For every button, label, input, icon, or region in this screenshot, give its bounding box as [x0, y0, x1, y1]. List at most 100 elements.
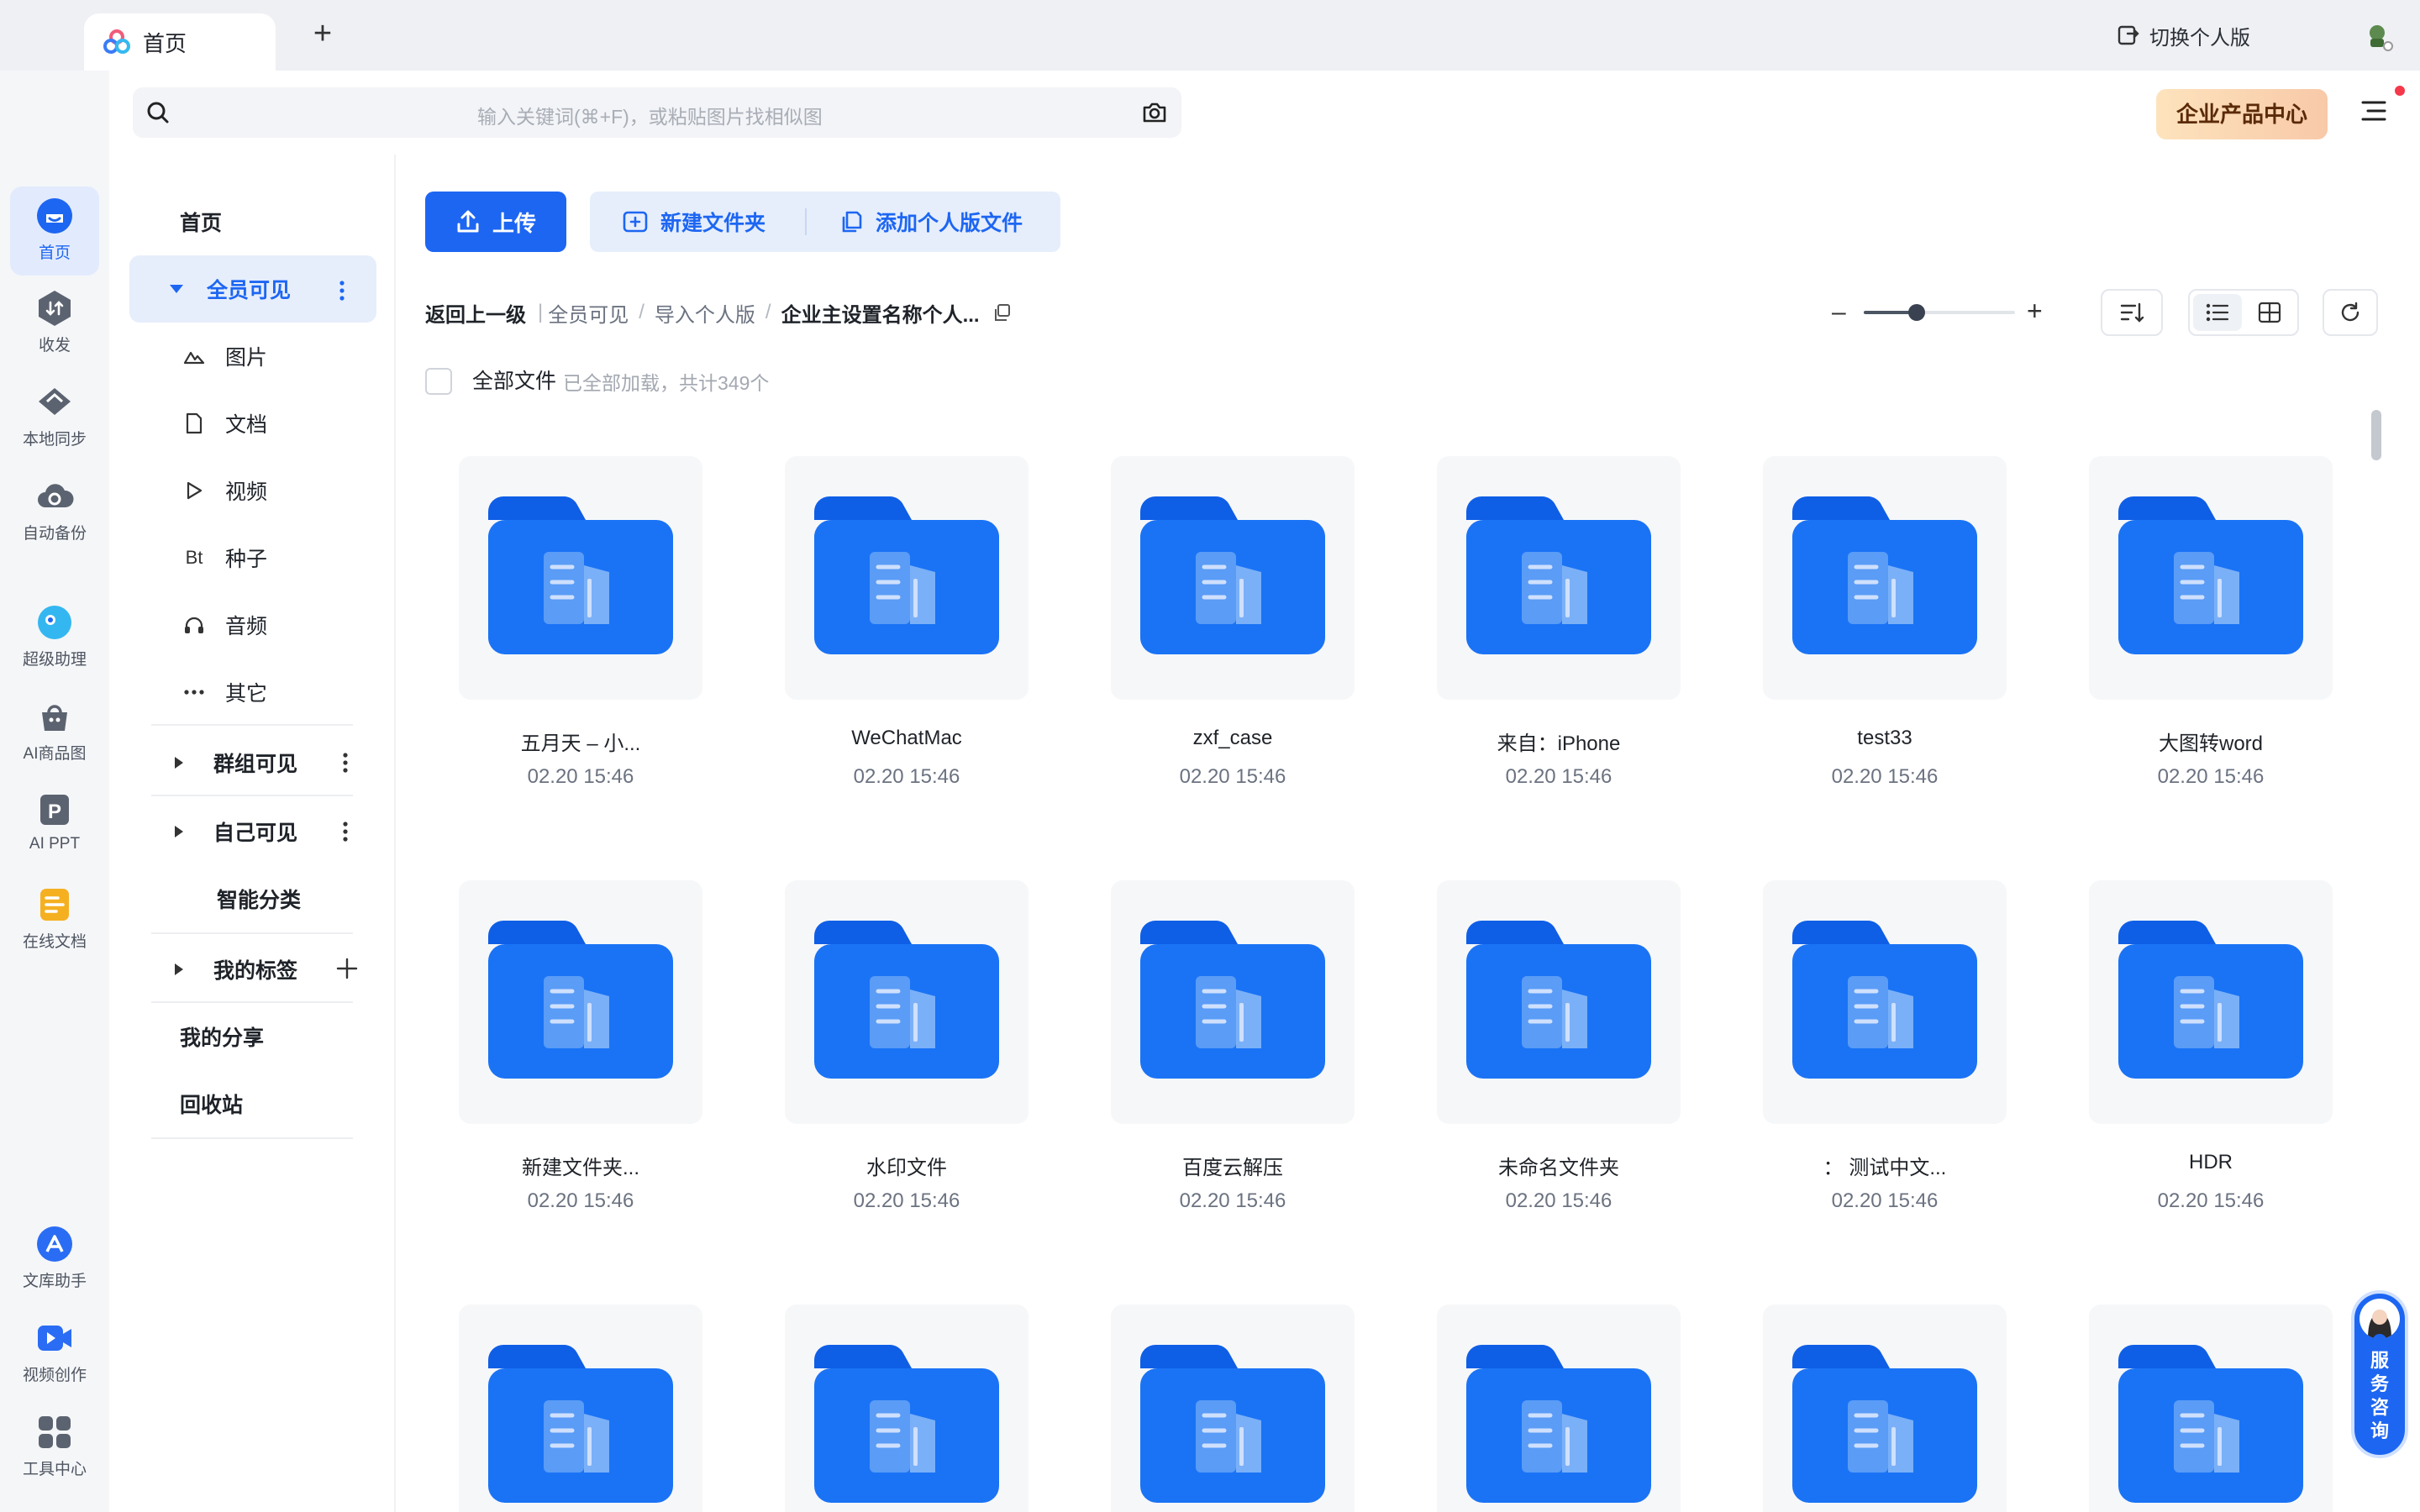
folder-icon: [1140, 496, 1325, 654]
file-name: 新建文件夹...: [521, 1157, 639, 1179]
add-personal-files-button[interactable]: 添加个人版文件: [839, 192, 1023, 252]
nav-trash-label: 回收站: [180, 1094, 244, 1117]
tab-bar: [0, 0, 2420, 71]
rail-item-sync[interactable]: 本地同步: [10, 383, 99, 449]
more-vertical-icon[interactable]: [343, 822, 348, 848]
rail-item-home[interactable]: 首页: [10, 186, 99, 276]
folder-icon: [814, 921, 999, 1079]
nav-item-label: 其它: [225, 682, 268, 706]
zoom-out-button[interactable]: –: [1832, 297, 1846, 328]
nav-item-image[interactable]: 图片: [109, 323, 361, 390]
service-consult-button[interactable]: 服务咨询: [2351, 1290, 2408, 1458]
toolbar-group: 新建文件夹 添加个人版文件: [590, 192, 1060, 252]
nav-item-torrent[interactable]: Bt 种子: [109, 524, 361, 591]
nav-smart-category[interactable]: 智能分类: [109, 865, 361, 932]
rail-item-transfer[interactable]: 收发: [10, 289, 99, 355]
nav-my-tags[interactable]: 我的标签: [109, 936, 361, 1003]
nav-self-visible[interactable]: 自己可见: [109, 798, 361, 865]
file-thumbnail[interactable]: [2089, 1305, 2333, 1512]
file-grid: 五月天 – 小... 02.20 15:46 WeChatMac 02.20 15:4…: [459, 456, 2333, 1512]
add-tag-icon[interactable]: [336, 958, 358, 985]
list-view-button[interactable]: [2193, 294, 2242, 331]
file-thumbnail[interactable]: [459, 456, 702, 700]
new-tab-button[interactable]: +: [304, 15, 341, 52]
nav-trash[interactable]: 回收站: [109, 1070, 361, 1137]
rail-item-assistant[interactable]: 超级助理: [10, 603, 99, 669]
file-thumbnail[interactable]: [459, 1305, 702, 1512]
rail-item-ai-ppt[interactable]: P AI PPT: [10, 791, 99, 853]
menu-icon[interactable]: [2361, 99, 2386, 123]
more-vertical-icon[interactable]: [339, 281, 345, 307]
breadcrumb-back[interactable]: 返回上一级: [425, 298, 526, 328]
switch-icon: [2118, 25, 2139, 45]
switch-personal-button[interactable]: 切换个人版: [2116, 18, 2250, 52]
rail-item-backup[interactable]: 自动备份: [10, 477, 99, 543]
enterprise-center-button[interactable]: 企业产品中心: [2156, 89, 2328, 139]
caret-right-icon: [173, 824, 185, 839]
svg-text:P: P: [48, 801, 61, 823]
nav-item-video[interactable]: 视频: [109, 457, 361, 524]
library-icon: [37, 1226, 72, 1262]
file-date: 02.20 15:46: [1831, 765, 1939, 788]
tab-home[interactable]: 首页: [84, 13, 276, 71]
file-thumbnail[interactable]: [1437, 456, 1681, 700]
breadcrumb-item[interactable]: 全员可见: [548, 298, 629, 328]
grid-view-button[interactable]: [2245, 294, 2294, 331]
refresh-button[interactable]: [2323, 289, 2378, 336]
nav-item-audio[interactable]: 音频: [109, 591, 361, 659]
rail-label: 本地同步: [22, 431, 87, 449]
rail-item-ai-product[interactable]: AI商品图: [10, 697, 99, 764]
file-thumbnail[interactable]: [1763, 1305, 2007, 1512]
scrollbar-thumb[interactable]: [2371, 410, 2381, 460]
rail-label: 自动备份: [22, 525, 87, 543]
nav-all-visible[interactable]: 全员可见: [129, 255, 376, 323]
rail-item-tools[interactable]: 工具中心: [10, 1413, 99, 1479]
upload-button[interactable]: 上传: [425, 192, 566, 252]
file-date: 02.20 15:46: [853, 1189, 960, 1212]
file-thumbnail[interactable]: [1437, 880, 1681, 1124]
zoom-slider-handle[interactable]: [1908, 304, 1925, 321]
user-avatar[interactable]: [2360, 18, 2395, 54]
file-thumbnail[interactable]: [1111, 880, 1355, 1124]
search-icon: [147, 102, 169, 123]
nav-my-share[interactable]: 我的分享: [109, 1003, 361, 1070]
file-thumbnail[interactable]: [459, 880, 702, 1124]
file-thumbnail[interactable]: [785, 1305, 1028, 1512]
zoom-in-button[interactable]: +: [2027, 296, 2043, 326]
new-folder-button[interactable]: 新建文件夹: [622, 192, 765, 252]
load-status-text: 已全部加载，共计349个: [563, 372, 770, 394]
file-thumbnail[interactable]: [2089, 880, 2333, 1124]
nav-item-label: 文档: [225, 413, 268, 437]
backup-icon: [38, 484, 74, 507]
folder-icon: [814, 1345, 999, 1503]
file-name: test33: [1857, 727, 1912, 749]
select-all-checkbox[interactable]: [425, 368, 452, 395]
file-thumbnail[interactable]: [1111, 1305, 1355, 1512]
more-vertical-icon[interactable]: [343, 753, 348, 779]
search-bar[interactable]: 输入关键词(⌘+F)，或粘贴图片找相似图: [133, 87, 1181, 138]
nav-group-visible[interactable]: 群组可见: [109, 729, 361, 796]
rail-label: 首页: [38, 244, 71, 262]
rail-item-online-doc[interactable]: 在线文档: [10, 885, 99, 952]
agent-avatar: [2360, 1299, 2400, 1339]
nav-home-label: 首页: [180, 212, 223, 235]
nav-home[interactable]: 首页: [109, 188, 361, 255]
camera-icon[interactable]: [1141, 100, 1168, 125]
copy-icon[interactable]: [992, 302, 1012, 323]
file-thumbnail[interactable]: [1437, 1305, 1681, 1512]
nav-item-document[interactable]: 文档: [109, 390, 361, 457]
file-thumbnail[interactable]: [785, 456, 1028, 700]
nav-item-other[interactable]: 其它: [109, 659, 361, 726]
file-thumbnail[interactable]: [1763, 456, 2007, 700]
file-thumbnail[interactable]: [2089, 456, 2333, 700]
rail-item-video-create[interactable]: 视频创作: [10, 1319, 99, 1385]
sort-button[interactable]: [2101, 289, 2163, 336]
file-thumbnail[interactable]: [785, 880, 1028, 1124]
file-thumbnail[interactable]: [1763, 880, 2007, 1124]
rail-item-library[interactable]: 文库助手: [10, 1225, 99, 1291]
file-thumbnail[interactable]: [1111, 456, 1355, 700]
divider: [151, 932, 353, 934]
separator: [805, 208, 807, 235]
breadcrumb-item[interactable]: 导入个人版: [655, 298, 755, 328]
folder-icon: [488, 1345, 673, 1503]
